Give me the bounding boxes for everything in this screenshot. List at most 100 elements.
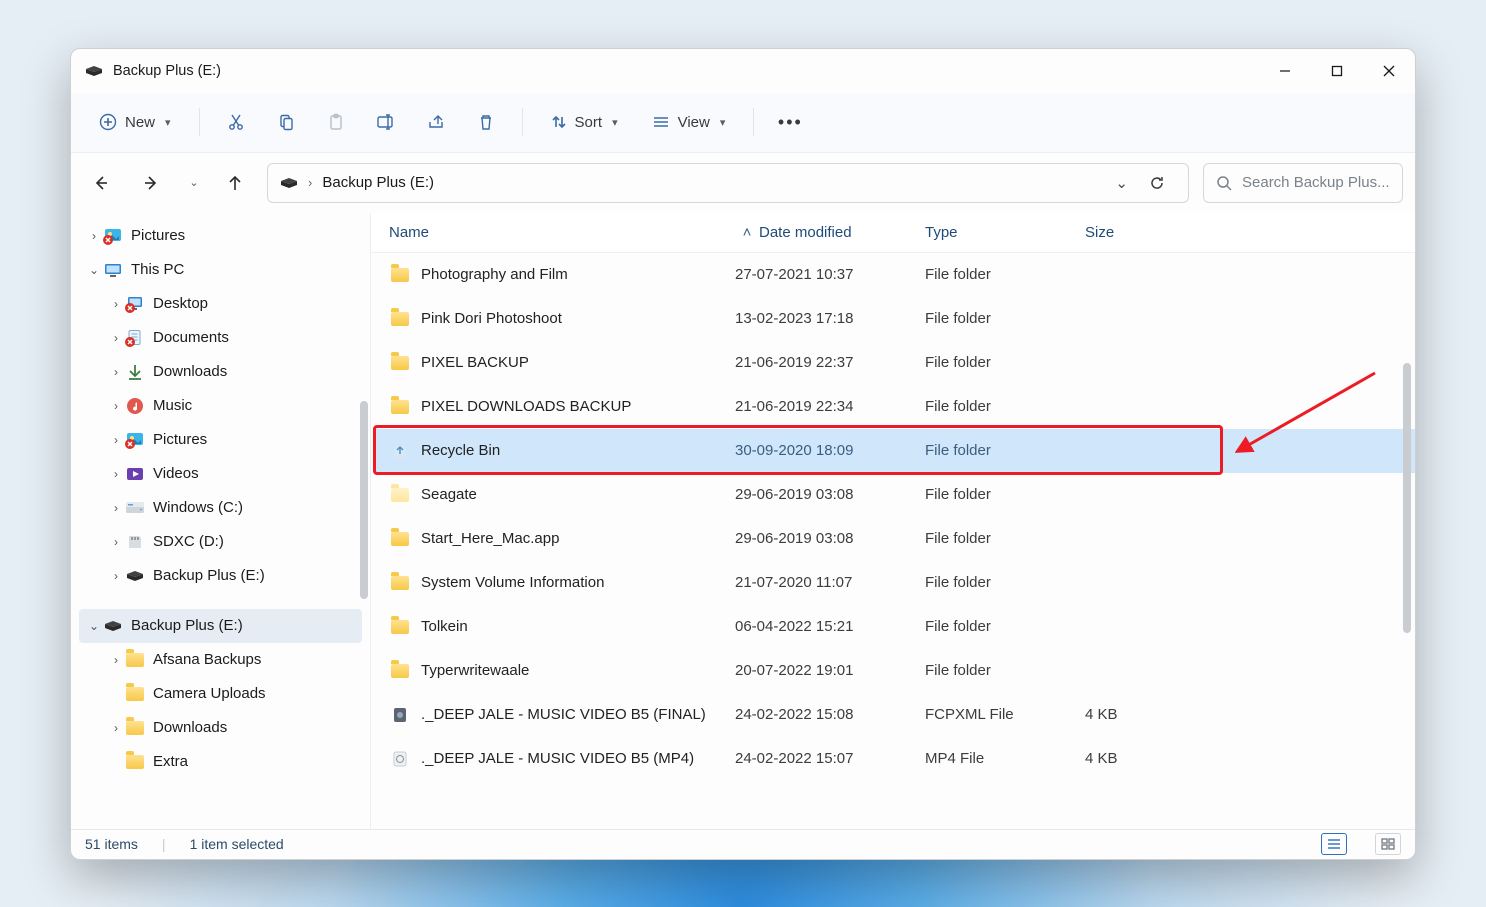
- disclosure-icon[interactable]: ⌄: [85, 619, 103, 633]
- copy-button[interactable]: [264, 102, 308, 142]
- file-row[interactable]: PIXEL BACKUP21-06-2019 22:37File folder: [375, 341, 1415, 385]
- disclosure-icon[interactable]: ⌄: [85, 263, 103, 277]
- tree-label: Windows (C:): [153, 499, 243, 516]
- chevron-down-icon: ▾: [165, 116, 171, 129]
- file-row[interactable]: ._DEEP JALE - MUSIC VIDEO B5 (MP4)24-02-…: [375, 737, 1415, 781]
- tree-item[interactable]: ›Desktop: [79, 287, 362, 321]
- tree-item[interactable]: › Afsana Backups: [79, 643, 362, 677]
- tree-item[interactable]: ⌄ This PC: [79, 253, 362, 287]
- sidebar-scrollbar[interactable]: [360, 401, 368, 599]
- tree-item[interactable]: › Backup Plus (E:): [79, 559, 362, 593]
- main-scrollbar[interactable]: [1403, 363, 1411, 633]
- sort-button[interactable]: Sort▾: [537, 102, 632, 142]
- file-row[interactable]: Recycle Bin30-09-2020 18:09File folder: [375, 429, 1415, 473]
- back-button[interactable]: [83, 165, 119, 201]
- tree-item[interactable]: ›Videos: [79, 457, 362, 491]
- more-button[interactable]: •••: [768, 102, 812, 142]
- tree-label: Documents: [153, 329, 229, 346]
- navigation-row: ⌄ › Backup Plus (E:) ⌄ Search Backup Plu…: [71, 153, 1415, 213]
- file-row[interactable]: System Volume Information21-07-2020 11:0…: [375, 561, 1415, 605]
- disclosure-icon[interactable]: ›: [107, 331, 125, 345]
- file-row[interactable]: Start_Here_Mac.app29-06-2019 03:08File f…: [375, 517, 1415, 561]
- disclosure-icon[interactable]: ›: [85, 229, 103, 243]
- disclosure-icon[interactable]: ›: [107, 433, 125, 447]
- disclosure-icon[interactable]: ›: [107, 721, 125, 735]
- up-button[interactable]: [217, 165, 253, 201]
- disclosure-icon[interactable]: ›: [107, 399, 125, 413]
- address-dropdown[interactable]: ⌄: [1115, 174, 1128, 192]
- maximize-button[interactable]: [1311, 49, 1363, 93]
- forward-button[interactable]: [133, 165, 169, 201]
- breadcrumb[interactable]: Backup Plus (E:): [322, 174, 434, 191]
- col-type[interactable]: Type: [925, 224, 1085, 241]
- search-box[interactable]: Search Backup Plus...: [1203, 163, 1403, 203]
- folder-icon: [125, 650, 145, 670]
- folder-icon: [389, 400, 411, 414]
- view-button[interactable]: View▾: [638, 102, 740, 142]
- drive-icon: [280, 177, 298, 189]
- tree-item[interactable]: ›Downloads: [79, 355, 362, 389]
- share-button[interactable]: [414, 102, 458, 142]
- separator: [753, 108, 754, 136]
- details-view-button[interactable]: [1321, 833, 1347, 855]
- file-row[interactable]: Pink Dori Photoshoot13-02-2023 17:18File…: [375, 297, 1415, 341]
- file-size: 4 KB: [1085, 750, 1195, 767]
- disclosure-icon[interactable]: ›: [107, 569, 125, 583]
- tree-item[interactable]: ⌄ Backup Plus (E:): [79, 609, 362, 643]
- tree-label: Backup Plus (E:): [153, 567, 265, 584]
- toolbar: New▾ Sort▾ View▾ •••: [71, 93, 1415, 153]
- disclosure-icon[interactable]: ›: [107, 535, 125, 549]
- new-button[interactable]: New▾: [85, 102, 185, 142]
- chevron-down-icon: ▾: [612, 116, 618, 129]
- file-name: Start_Here_Mac.app: [421, 530, 735, 547]
- file-row[interactable]: ._DEEP JALE - MUSIC VIDEO B5 (FINAL)24-0…: [375, 693, 1415, 737]
- file-row[interactable]: PIXEL DOWNLOADS BACKUP21-06-2019 22:34Fi…: [375, 385, 1415, 429]
- file-name: Seagate: [421, 486, 735, 503]
- disclosure-icon[interactable]: ›: [107, 653, 125, 667]
- disclosure-icon[interactable]: ›: [107, 297, 125, 311]
- tree-label: Backup Plus (E:): [131, 617, 243, 634]
- file-date: 24-02-2022 15:08: [735, 706, 925, 723]
- col-size[interactable]: Size: [1085, 224, 1195, 241]
- tree-item[interactable]: Extra: [79, 745, 362, 779]
- tree-item[interactable]: › Windows (C:): [79, 491, 362, 525]
- tree-item[interactable]: › Pictures: [79, 423, 362, 457]
- disclosure-icon[interactable]: ›: [107, 467, 125, 481]
- folder-icon: [389, 312, 411, 326]
- tree-item[interactable]: ›Music: [79, 389, 362, 423]
- tree-label: Afsana Backups: [153, 651, 261, 668]
- close-button[interactable]: [1363, 49, 1415, 93]
- col-date[interactable]: Date modified: [735, 224, 925, 241]
- recent-dropdown[interactable]: ⌄: [183, 165, 203, 201]
- tree-label: Pictures: [153, 431, 207, 448]
- paste-button[interactable]: [314, 102, 358, 142]
- navigation-pane[interactable]: ›Pictures⌄This PC›Desktop›Documents›Down…: [71, 213, 371, 829]
- delete-button[interactable]: [464, 102, 508, 142]
- file-date: 06-04-2022 15:21: [735, 618, 925, 635]
- file-list-pane: Name ˄ Date modified Type Size Photograp…: [371, 213, 1415, 829]
- refresh-button[interactable]: [1138, 165, 1176, 201]
- file-name: Tolkein: [421, 618, 735, 635]
- tree-item[interactable]: › Documents: [79, 321, 362, 355]
- file-row[interactable]: Photography and Film27-07-2021 10:37File…: [375, 253, 1415, 297]
- file-row[interactable]: Typerwritewaale20-07-2022 19:01File fold…: [375, 649, 1415, 693]
- address-bar[interactable]: › Backup Plus (E:) ⌄: [267, 163, 1189, 203]
- fcpxml-icon: [389, 706, 411, 724]
- rename-button[interactable]: [364, 102, 408, 142]
- col-name[interactable]: Name: [389, 224, 735, 241]
- disclosure-icon[interactable]: ›: [107, 501, 125, 515]
- tree-item[interactable]: ›Downloads: [79, 711, 362, 745]
- file-row[interactable]: Seagate29-06-2019 03:08File folder: [375, 473, 1415, 517]
- disclosure-icon[interactable]: ›: [107, 365, 125, 379]
- minimize-button[interactable]: [1259, 49, 1311, 93]
- chevron-right-icon: ›: [308, 175, 312, 190]
- tree-item[interactable]: Camera Uploads: [79, 677, 362, 711]
- file-row[interactable]: Tolkein06-04-2022 15:21File folder: [375, 605, 1415, 649]
- tree-label: This PC: [131, 261, 184, 278]
- tree-item[interactable]: ›Pictures: [79, 219, 362, 253]
- downloads-icon: [125, 362, 145, 382]
- cut-button[interactable]: [214, 102, 258, 142]
- thumbnails-view-button[interactable]: [1375, 833, 1401, 855]
- folder-icon: [389, 620, 411, 634]
- tree-item[interactable]: ›SDXC (D:): [79, 525, 362, 559]
